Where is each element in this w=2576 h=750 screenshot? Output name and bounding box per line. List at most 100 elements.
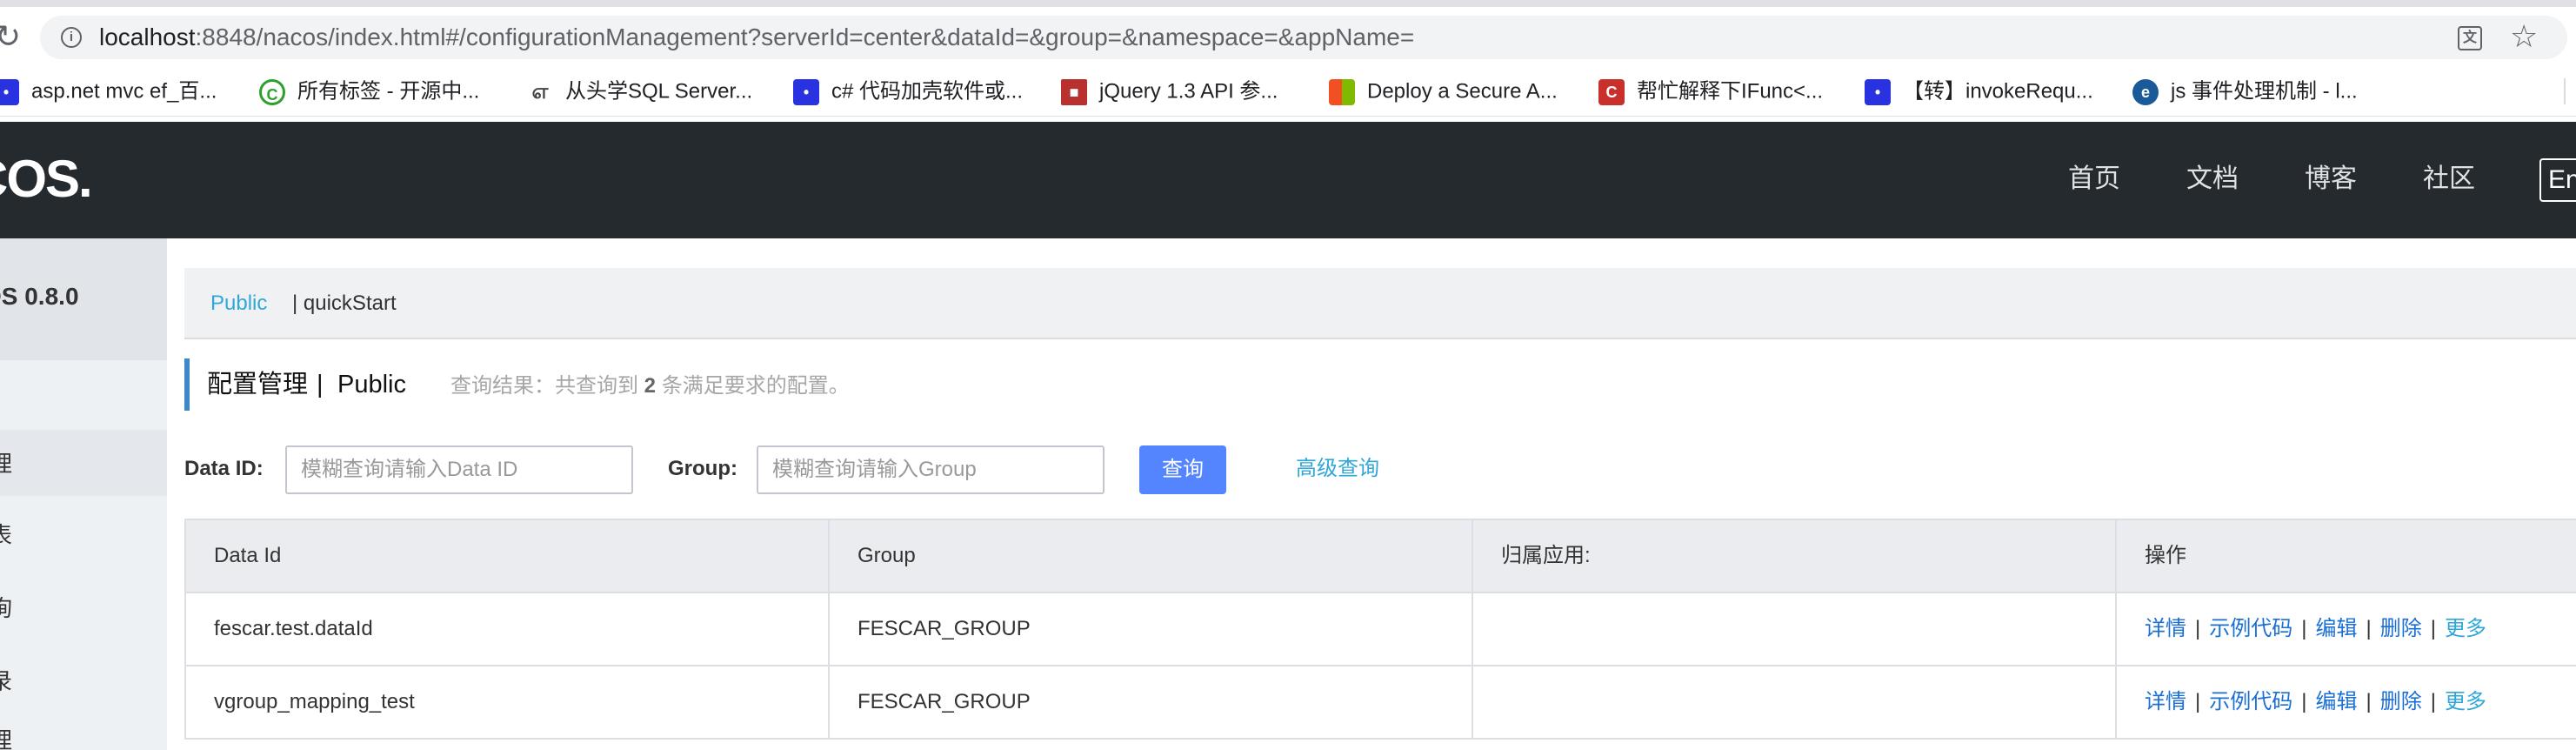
bookmarks-bar: • asp.net mvc ef_百... C 所有标签 - 开源中... எ 从头学… — [0, 66, 2576, 117]
cnblogs-icon: e — [2132, 78, 2159, 105]
dataid-input[interactable] — [285, 445, 633, 494]
bookmark-label: Deploy a Secure A... — [1367, 79, 1558, 104]
ops-separator: | — [2430, 690, 2436, 713]
bookmark-label: 帮忙解释下IFunc<... — [1637, 79, 1824, 104]
url-text[interactable]: localhost:8848/nacos/index.html#/configu… — [99, 25, 1414, 50]
sidebar-item-config-list[interactable]: 理 — [0, 451, 12, 477]
detail-link[interactable]: 详情 — [2145, 617, 2186, 640]
address-row: ↻ i localhost:8848/nacos/index.html#/con… — [0, 7, 2576, 66]
ops-separator: | — [2301, 617, 2307, 640]
edit-link[interactable]: 编辑 — [2315, 617, 2357, 640]
bookmarks-divider — [2564, 78, 2566, 104]
bookmark-label: 【转】invokeRequ... — [1903, 79, 2093, 104]
bookmark-item[interactable]: C 帮忙解释下IFunc<... — [1598, 77, 1823, 106]
result-prefix: 查询结果：共查询到 — [450, 374, 638, 398]
more-link[interactable]: 更多 — [2445, 690, 2486, 713]
title-separator: | — [317, 371, 324, 398]
reload-icon[interactable]: ↻ — [0, 21, 21, 52]
page-title: 配置管理 — [207, 371, 309, 398]
csdn-icon: C — [1598, 78, 1625, 105]
more-link[interactable]: 更多 — [2445, 617, 2486, 640]
bookmark-item[interactable]: • asp.net mvc ef_百... — [0, 77, 217, 106]
nav-docs[interactable]: 文档 — [2186, 164, 2239, 195]
namespace-quickstart-link[interactable]: | quickStart — [292, 291, 397, 317]
paw-icon: • — [1865, 78, 1891, 105]
nav-home[interactable]: 首页 — [2068, 164, 2120, 195]
nacos-logo[interactable]: COS. — [0, 150, 93, 208]
sidebar-title: OS 0.8.0 — [0, 238, 167, 360]
dataid-label: Data ID: — [184, 457, 264, 480]
logo-text: COS. — [0, 150, 93, 208]
bookmark-item[interactable]: • c# 代码加壳软件或... — [793, 77, 1023, 106]
bookmark-label: js 事件处理机制 - l... — [2171, 79, 2358, 104]
header-group: Group — [828, 520, 1472, 592]
star-icon[interactable]: ☆ — [2510, 21, 2538, 52]
config-table: Data Id Group 归属应用: 操作 fescar.test.dataI… — [184, 519, 2576, 740]
detail-link[interactable]: 详情 — [2145, 690, 2186, 713]
header-app: 归属应用: — [1472, 520, 2115, 592]
bookmark-item[interactable]: C 所有标签 - 开源中... — [259, 77, 479, 106]
ops-separator: | — [2366, 690, 2372, 713]
swirl-icon: எ — [527, 78, 553, 105]
bookmark-label: c# 代码加壳软件或... — [831, 79, 1024, 104]
bookmark-item[interactable]: Deploy a Secure A... — [1329, 77, 1558, 106]
oschina-icon: C — [259, 78, 285, 105]
sidebar-item-service[interactable]: 录 — [0, 668, 12, 694]
sample-code-link[interactable]: 示例代码 — [2209, 617, 2292, 640]
ops-separator: | — [2195, 690, 2201, 713]
jquery-icon: ■ — [1061, 78, 1087, 105]
cell-dataid: fescar.test.dataId — [184, 593, 828, 665]
language-switch-button[interactable]: En — [2539, 158, 2576, 202]
namespace-public-link[interactable]: Public — [210, 291, 267, 317]
sidebar-item-listener[interactable]: 询 — [0, 595, 12, 621]
nav-blog[interactable]: 博客 — [2305, 164, 2357, 195]
paw-icon: • — [0, 78, 19, 105]
bookmark-item[interactable]: எ 从头学SQL Server... — [527, 77, 752, 106]
delete-link[interactable]: 删除 — [2380, 690, 2422, 713]
delete-link[interactable]: 删除 — [2380, 617, 2422, 640]
url-host: localhost — [99, 23, 196, 50]
title-accent — [184, 358, 190, 411]
group-label: Group: — [668, 457, 737, 480]
sidebar-active-bg — [0, 430, 167, 496]
advanced-query-link[interactable]: 高级查询 — [1296, 456, 1379, 482]
result-suffix: 条满足要求的配置。 — [661, 374, 850, 398]
header-ops: 操作 — [2115, 520, 2576, 592]
url-path: :8848/nacos/index.html#/configurationMan… — [195, 23, 1415, 50]
group-input[interactable] — [757, 445, 1104, 494]
sidebar-item-namespace[interactable]: 理 — [0, 727, 12, 750]
cell-group: FESCAR_GROUP — [828, 593, 1472, 665]
ops-separator: | — [2430, 617, 2436, 640]
ops-separator: | — [2301, 690, 2307, 713]
info-icon[interactable]: i — [61, 27, 82, 48]
result-summary: 查询结果：共查询到 2 条满足要求的配置。 — [450, 373, 850, 399]
ops-separator: | — [2366, 617, 2372, 640]
page-root: ↻ i localhost:8848/nacos/index.html#/con… — [0, 0, 2576, 750]
cell-app — [1472, 593, 2115, 665]
paw-icon: • — [793, 78, 819, 105]
nav-community[interactable]: 社区 — [2423, 164, 2475, 195]
cell-dataid: vgroup_mapping_test — [184, 666, 828, 738]
cell-ops: 详情 | 示例代码 | 编辑 | 删除 | 更多 — [2115, 593, 2576, 665]
result-count: 2 — [644, 374, 657, 398]
bookmark-label: 从头学SQL Server... — [565, 79, 753, 104]
cell-app — [1472, 666, 2115, 738]
title-namespace: Public — [337, 371, 406, 398]
sidebar-item-history[interactable]: 表 — [0, 522, 12, 548]
bookmark-item[interactable]: e js 事件处理机制 - l... — [2132, 77, 2358, 106]
edit-link[interactable]: 编辑 — [2315, 690, 2357, 713]
version-label: OS 0.8.0 — [0, 283, 79, 310]
namespace-bar: Public | quickStart — [184, 268, 2576, 339]
query-button[interactable]: 查询 — [1139, 445, 1226, 494]
table-row: fescar.test.dataId FESCAR_GROUP 详情 | 示例代码 |… — [184, 593, 2576, 666]
sample-code-link[interactable]: 示例代码 — [2209, 690, 2292, 713]
tab-strip — [0, 0, 2576, 7]
bookmark-item[interactable]: • 【转】invokeRequ... — [1865, 77, 2093, 106]
bookmark-label: asp.net mvc ef_百... — [31, 79, 217, 104]
bookmark-label: 所有标签 - 开源中... — [297, 79, 480, 104]
table-header-row: Data Id Group 归属应用: 操作 — [184, 520, 2576, 593]
address-bar[interactable]: i localhost:8848/nacos/index.html#/confi… — [40, 16, 2567, 59]
translate-icon[interactable]: 文 — [2458, 26, 2482, 50]
bookmark-item[interactable]: ■ jQuery 1.3 API 参... — [1061, 77, 1278, 106]
sidebar: OS 0.8.0 理 表 询 录 理 — [0, 238, 167, 750]
